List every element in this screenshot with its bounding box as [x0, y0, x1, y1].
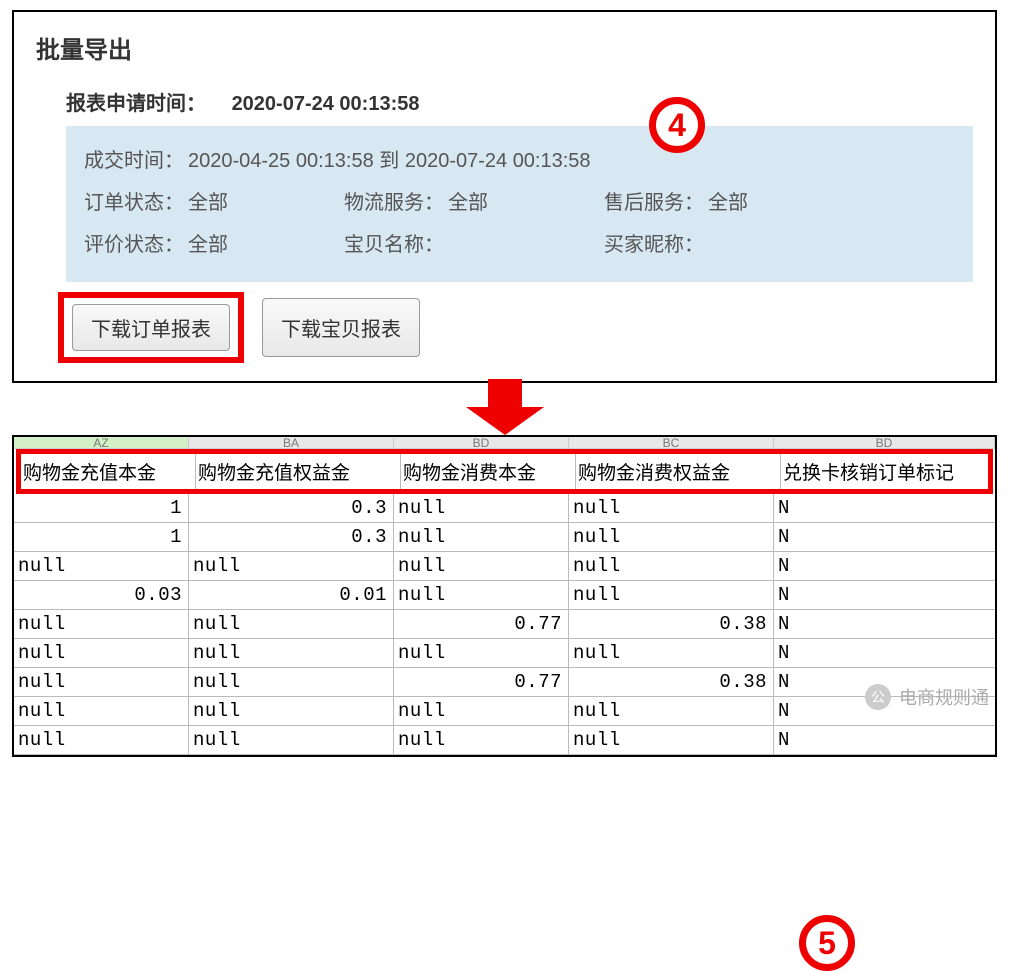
spreadsheet-panel: AZ BA BD BC BD 购物金充值本金 购物金充值权益金 购物金消费本金 … — [12, 435, 997, 757]
table-cell: null — [189, 552, 394, 580]
table-cell: null — [189, 697, 394, 725]
table-cell: null — [569, 726, 774, 754]
col-header-exchange-mark: 兑换卡核销订单标记 — [781, 454, 988, 489]
table-cell: null — [189, 610, 394, 638]
table-header-highlight: 购物金充值本金 购物金充值权益金 购物金消费本金 购物金消费权益金 兑换卡核销订… — [16, 449, 993, 494]
table-cell: null — [569, 523, 774, 551]
table-cell: N — [774, 639, 995, 667]
download-item-report-button[interactable]: 下载宝贝报表 — [262, 298, 420, 357]
report-time-label: 报表申请时间： — [66, 93, 206, 115]
table-cell: 0.01 — [189, 581, 394, 609]
table-cell: N — [774, 726, 995, 754]
table-row: 0.030.01nullnullN — [14, 581, 995, 610]
table-cell: null — [569, 639, 774, 667]
report-time-row: 报表申请时间： 2020-07-24 00:13:58 — [66, 87, 973, 116]
table-row: nullnull0.770.38N — [14, 610, 995, 639]
table-cell: N — [774, 494, 995, 522]
table-cell: null — [394, 523, 569, 551]
table-cell: null — [569, 581, 774, 609]
filter-buyer-nick: 买家昵称： — [604, 224, 864, 266]
filter-deal-time: 成交时间：2020-04-25 00:13:58 到 2020-07-24 00… — [84, 140, 955, 182]
table-cell: null — [569, 494, 774, 522]
table-cell: null — [394, 552, 569, 580]
table-cell: null — [14, 639, 189, 667]
table-cell: null — [394, 494, 569, 522]
table-cell: null — [394, 697, 569, 725]
button-row: 下载订单报表 下载宝贝报表 — [66, 298, 973, 357]
col-header-consume-principal: 购物金消费本金 — [401, 454, 576, 489]
table-cell: N — [774, 581, 995, 609]
wechat-icon: 公 — [865, 684, 891, 710]
table-cell: N — [774, 610, 995, 638]
table-cell: null — [189, 726, 394, 754]
spreadsheet-column-letters: AZ BA BD BC BD — [14, 437, 995, 449]
table-row: nullnull0.770.38N — [14, 668, 995, 697]
table-row: 10.3nullnullN — [14, 523, 995, 552]
watermark: 公 电商规则通 — [865, 684, 989, 710]
filter-item-name: 宝贝名称： — [344, 224, 604, 266]
table-cell: null — [14, 552, 189, 580]
table-cell: null — [14, 668, 189, 696]
col-header-recharge-principal: 购物金充值本金 — [21, 454, 196, 489]
table-cell: null — [569, 552, 774, 580]
table-row: 10.3nullnullN — [14, 494, 995, 523]
table-cell: null — [14, 610, 189, 638]
table-cell: null — [14, 697, 189, 725]
panel-title: 批量导出 — [36, 30, 973, 65]
arrow-down-icon — [0, 379, 1009, 433]
table-cell: null — [569, 697, 774, 725]
watermark-text: 电商规则通 — [899, 684, 989, 710]
table-cell: 0.3 — [189, 523, 394, 551]
filter-comment-status: 评价状态：全部 — [84, 224, 344, 266]
table-body: 10.3nullnullN10.3nullnullNnullnullnullnu… — [14, 494, 995, 755]
table-cell: 0.38 — [569, 668, 774, 696]
table-cell: 0.38 — [569, 610, 774, 638]
annotation-badge-4: 4 — [649, 97, 705, 153]
download-order-report-button[interactable]: 下载订单报表 — [72, 304, 230, 351]
export-panel: 批量导出 报表申请时间： 2020-07-24 00:13:58 成交时间：20… — [12, 10, 997, 383]
table-cell: null — [14, 726, 189, 754]
annotation-badge-5: 5 — [799, 915, 855, 971]
col-header-consume-benefit: 购物金消费权益金 — [576, 454, 781, 489]
table-cell: 0.03 — [14, 581, 189, 609]
table-cell: N — [774, 552, 995, 580]
table-cell: 0.3 — [189, 494, 394, 522]
report-time-value: 2020-07-24 00:13:58 — [232, 93, 420, 115]
table-cell: 0.77 — [394, 668, 569, 696]
filter-box: 成交时间：2020-04-25 00:13:58 到 2020-07-24 00… — [66, 126, 973, 282]
report-block: 报表申请时间： 2020-07-24 00:13:58 成交时间：2020-04… — [36, 87, 973, 357]
table-cell: null — [394, 581, 569, 609]
table-row: nullnullnullnullN — [14, 552, 995, 581]
table-cell: 0.77 — [394, 610, 569, 638]
col-header-recharge-benefit: 购物金充值权益金 — [196, 454, 401, 489]
filter-order-status: 订单状态：全部 — [84, 182, 344, 224]
filter-logistics: 物流服务：全部 — [344, 182, 604, 224]
table-cell: null — [394, 726, 569, 754]
table-cell: null — [189, 668, 394, 696]
table-row: nullnullnullnullN — [14, 639, 995, 668]
table-row: nullnullnullnullN — [14, 726, 995, 755]
table-cell: null — [189, 639, 394, 667]
table-cell: 1 — [14, 523, 189, 551]
table-cell: 1 — [14, 494, 189, 522]
table-cell: N — [774, 523, 995, 551]
filter-aftersale: 售后服务：全部 — [604, 182, 864, 224]
table-cell: null — [394, 639, 569, 667]
highlight-download-order: 下载订单报表 — [58, 292, 244, 363]
